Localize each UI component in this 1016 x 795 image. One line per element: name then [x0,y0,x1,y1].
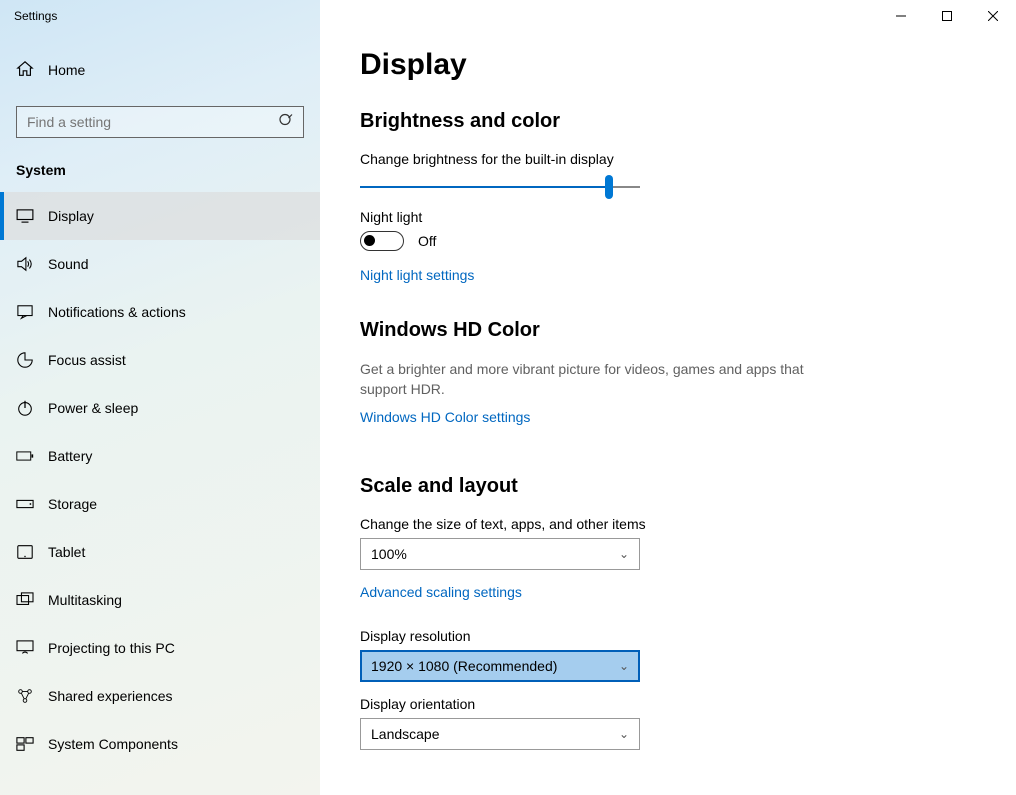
close-button[interactable] [970,0,1016,32]
sidebar: Home System Display Sound Notifications … [0,0,320,795]
maximize-button[interactable] [924,0,970,32]
resolution-value: 1920 × 1080 (Recommended) [371,658,557,674]
chevron-down-icon: ⌄ [619,727,629,741]
nav-item-projecting[interactable]: Projecting to this PC [0,624,320,672]
brightness-slider[interactable] [360,186,640,188]
minimize-button[interactable] [878,0,924,32]
text-size-label: Change the size of text, apps, and other… [360,516,976,532]
category-header: System [0,156,320,192]
advanced-scaling-link[interactable]: Advanced scaling settings [360,584,522,600]
nav-label: Sound [48,256,88,272]
nav-label: Battery [48,448,92,464]
nav-item-components[interactable]: System Components [0,720,320,768]
storage-icon [16,497,34,511]
battery-icon [16,450,34,462]
nav-label: Notifications & actions [48,304,186,320]
nav-item-multitasking[interactable]: Multitasking [0,576,320,624]
nav-item-notifications[interactable]: Notifications & actions [0,288,320,336]
nav-item-display[interactable]: Display [0,192,320,240]
content-area: Display Brightness and color Change brig… [320,0,1016,795]
projecting-icon [16,640,34,656]
nav-label: Focus assist [48,352,126,368]
orientation-value: Landscape [371,726,440,742]
hdcolor-desc: Get a brighter and more vibrant picture … [360,360,820,399]
nav-label: Multitasking [48,592,122,608]
resolution-dropdown[interactable]: 1920 × 1080 (Recommended) ⌄ [360,650,640,682]
nav-label: Projecting to this PC [48,640,175,656]
nav-label: Power & sleep [48,400,138,416]
orientation-dropdown[interactable]: Landscape ⌄ [360,718,640,750]
components-icon [16,736,34,752]
hdcolor-settings-link[interactable]: Windows HD Color settings [360,409,530,425]
brightness-label: Change brightness for the built-in displ… [360,151,976,167]
text-size-dropdown[interactable]: 100% ⌄ [360,538,640,570]
nav-label: Display [48,208,94,224]
nav-item-tablet[interactable]: Tablet [0,528,320,576]
multitasking-icon [16,592,34,608]
home-icon [16,60,34,81]
chevron-down-icon: ⌄ [619,547,629,561]
resolution-label: Display resolution [360,628,976,644]
section-scale-heading: Scale and layout [360,475,976,498]
nav-item-power[interactable]: Power & sleep [0,384,320,432]
nightlight-toggle[interactable] [360,231,404,251]
nav-label: Storage [48,496,97,512]
nav-list: Display Sound Notifications & actions Fo… [0,192,320,768]
text-size-value: 100% [371,546,407,562]
nightlight-settings-link[interactable]: Night light settings [360,267,474,283]
titlebar: Settings [0,0,1016,32]
power-icon [16,399,34,417]
section-brightness-heading: Brightness and color [360,110,976,133]
nav-item-focus[interactable]: Focus assist [0,336,320,384]
notifications-icon [16,304,34,320]
nav-label: System Components [48,736,178,752]
nav-item-battery[interactable]: Battery [0,432,320,480]
search-input[interactable] [16,106,304,138]
display-icon [16,209,34,223]
focus-icon [16,351,34,369]
sound-icon [16,256,34,272]
orientation-label: Display orientation [360,696,976,712]
nav-label: Shared experiences [48,688,173,704]
nightlight-heading: Night light [360,209,976,225]
chevron-down-icon: ⌄ [619,659,629,673]
nav-item-storage[interactable]: Storage [0,480,320,528]
nav-item-shared[interactable]: Shared experiences [0,672,320,720]
nav-item-sound[interactable]: Sound [0,240,320,288]
nav-label: Tablet [48,544,85,560]
tablet-icon [16,544,34,560]
shared-icon [16,687,34,705]
page-title: Display [360,48,976,82]
window-title: Settings [0,9,57,23]
home-nav[interactable]: Home [0,48,320,92]
home-label: Home [48,62,85,78]
nightlight-state: Off [418,233,436,249]
section-hdcolor-heading: Windows HD Color [360,319,976,342]
